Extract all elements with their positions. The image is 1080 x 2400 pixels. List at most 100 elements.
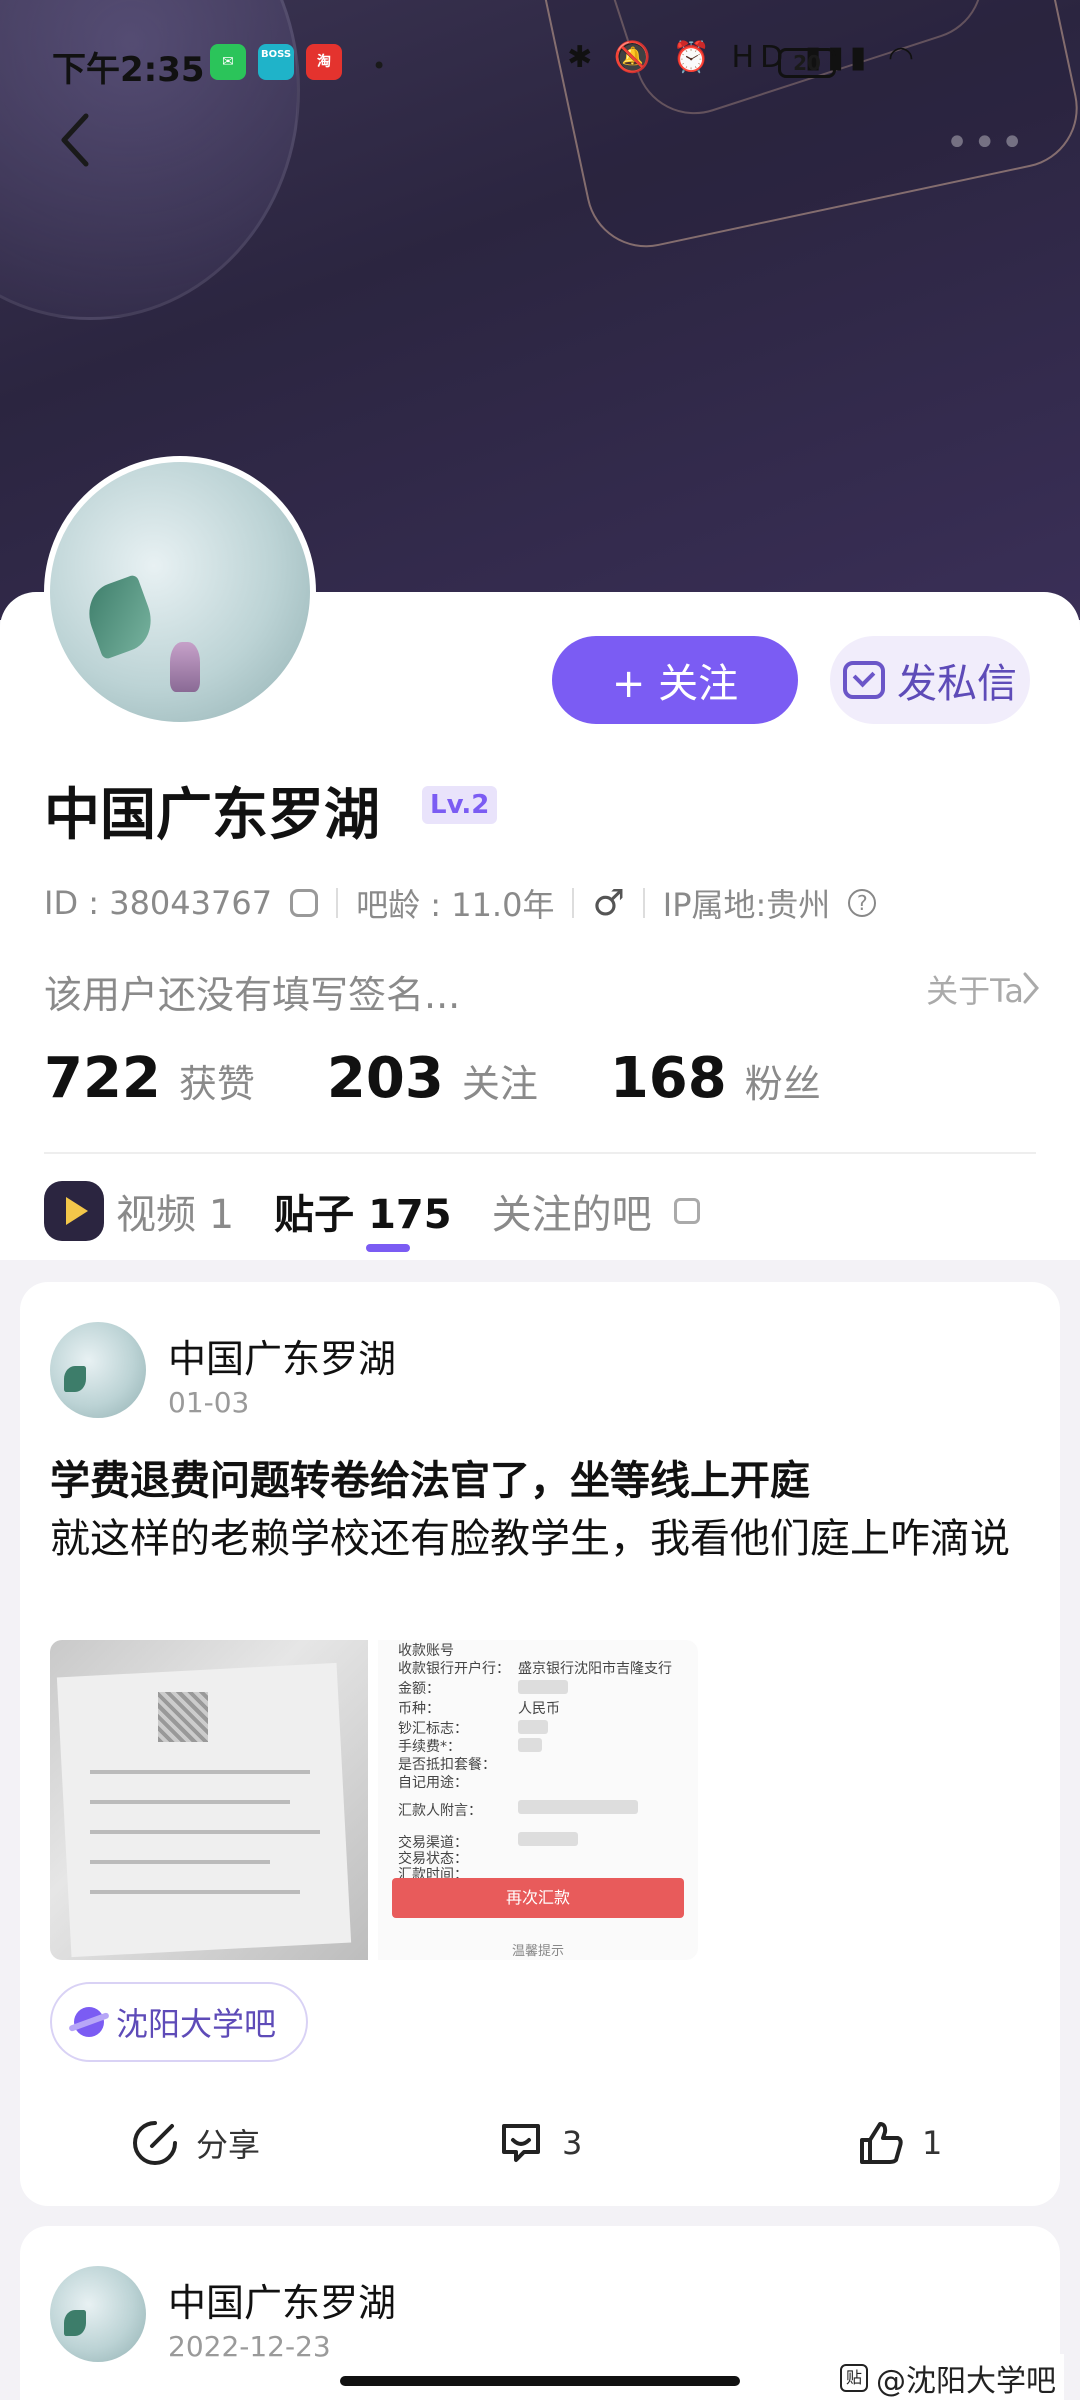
like-count: 1 [922,2124,943,2162]
remit-again-button: 再次汇款 [392,1878,684,1918]
receipt-blur [518,1720,548,1734]
receipt-blur [518,1800,638,1814]
receipt-blur [518,1680,568,1694]
comment-count: 3 [562,2124,583,2162]
comment-icon [502,2124,540,2162]
stat-number: 168 [609,1046,727,1111]
bar-age: 吧龄 : 11.0年 [356,886,555,924]
level-badge: Lv.2 [422,786,498,824]
stat-label: 获赞 [178,1062,255,1106]
taobao-icon: 淘 [306,44,342,80]
bar-tag-label: 沈阳大学吧 [116,2005,277,2043]
blurred-qr [158,1692,208,1742]
user-id: ID : 38043767 [44,884,273,922]
status-bar: 下午2:35 ✉ BOSS 淘 • ✱ 🔕 ⏰ HD ▮▮▮ ◠ 20 [0,0,1080,120]
post-image-receipt[interactable]: 收款账号 收款银行开户行： 盛京银行沈阳市吉隆支行 金额： 币种： 人民币 钞汇… [378,1640,698,1960]
stat-number: 203 [326,1046,444,1111]
post-author-name[interactable]: 中国广东罗湖 [168,2272,396,2327]
meta-divider [642,888,645,918]
wechat-icon: ✉ [210,44,246,80]
post-body[interactable]: 就这样的老赖学校还有脸教学生，我看他们庭上咋滴说 [50,1508,1040,1570]
share-button[interactable]: 分享 [130,2118,260,2168]
follow-button[interactable]: + 关注 [552,636,798,724]
post-author-avatar[interactable] [50,1322,146,1418]
stat-number: 722 [44,1046,161,1111]
receipt-row: 收款银行开户行： [398,1661,510,1677]
profile-stats: 722 获赞 203 关注 168 粉丝 [44,1046,893,1111]
receipt-tip: 温馨提示 [511,1944,564,1959]
status-time: 下午2:35 [52,50,205,90]
like-button[interactable]: 1 [856,2118,942,2168]
profile-tabs: 视频 1 贴子 175 关注的吧 [44,1166,700,1256]
avatar-butterfly [64,2310,86,2336]
tab-indicator [366,1244,410,1252]
doc-line [90,1770,310,1774]
stat-followers[interactable]: 168 粉丝 [610,1046,821,1111]
meta-divider [572,888,575,918]
tieba-icon: 贴 [840,2364,868,2392]
battery-icon: 20 [778,48,836,78]
tab-video[interactable]: 视频 1 [44,1181,234,1241]
receipt-row: 钞汇标志： [398,1721,468,1737]
post-author-avatar[interactable] [50,2266,146,2362]
doc-line [90,1860,270,1864]
receipt-row: 汇款人附言： [398,1803,482,1819]
post-title[interactable]: 学费退费问题转卷给法官了，坐等线上开庭 [50,1448,810,1506]
tab-followed-bars-label: 关注的吧 [491,1192,652,1238]
receipt-row: 金额： [398,1681,440,1697]
help-icon[interactable]: ? [848,889,877,917]
post-date: 2022-12-23 [168,2330,331,2363]
status-dot: • [372,52,387,80]
more-options-button[interactable]: ••• [945,120,1028,166]
watermark: 贴 @沈阳大学吧 [832,2354,1064,2400]
avatar-butterfly [79,573,161,661]
stat-following[interactable]: 203 关注 [327,1046,538,1111]
receipt-bank: 盛京银行沈阳市吉隆支行 [518,1661,672,1677]
profile-avatar[interactable] [44,456,316,728]
receipt-currency: 人民币 [518,1701,560,1717]
receipt-row: 币种： [398,1701,440,1717]
receipt-blur [518,1738,542,1752]
meta-divider [336,888,339,918]
about-link[interactable]: 关于Ta [926,966,1024,1012]
receipt-blur [518,1832,578,1846]
doc-line [90,1890,300,1894]
chevron-left-icon [61,113,89,167]
share-label: 分享 [196,2126,261,2164]
send-message-button[interactable]: 发私信 [830,636,1030,724]
profile-name: 中国广东罗湖 [44,783,380,848]
copy-icon[interactable] [290,889,319,917]
doc-line [90,1800,290,1804]
tab-posts-label: 贴子 175 [274,1192,452,1238]
post-author-name[interactable]: 中国广东罗湖 [168,1328,396,1383]
post-card[interactable]: 中国广东罗湖 01-03 学费退费问题转卷给法官了，坐等线上开庭 就这样的老赖学… [20,1282,1060,2206]
receipt-row: 手续费*： [398,1739,461,1755]
video-icon [44,1181,104,1241]
post-image-document[interactable] [50,1640,368,1960]
home-indicator[interactable] [340,2376,740,2386]
stat-likes[interactable]: 722 获赞 [44,1046,255,1111]
lock-icon [673,1198,700,1224]
tab-video-label: 视频 1 [116,1192,235,1238]
receipt-row: 收款账号 [398,1643,454,1659]
signature: 该用户还没有填写签名... [44,973,461,1017]
tab-followed-bars[interactable]: 关注的吧 [492,1182,700,1240]
bar-tag[interactable]: 沈阳大学吧 [50,1982,309,2062]
doc-line [90,1830,320,1834]
male-icon: ♂ [592,882,625,924]
planet-icon [74,2007,104,2037]
tab-posts[interactable]: 贴子 175 [274,1182,451,1240]
avatar-figure [170,642,200,692]
back-button[interactable] [56,110,96,170]
status-indicators: ✱ 🔕 ⏰ HD ▮▮▮ ◠ [567,40,920,75]
divider [44,1152,1036,1154]
receipt-row: 自记用途： [398,1775,468,1791]
comment-button[interactable]: 3 [496,2118,582,2168]
message-label: 发私信 [897,661,1017,707]
post-date: 01-03 [168,1386,250,1419]
watermark-text: @沈阳大学吧 [876,2364,1056,2399]
envelope-icon [843,661,885,699]
boss-icon: BOSS [258,44,294,80]
share-icon [133,2121,177,2165]
chevron-right-icon[interactable] [1022,970,1040,1006]
